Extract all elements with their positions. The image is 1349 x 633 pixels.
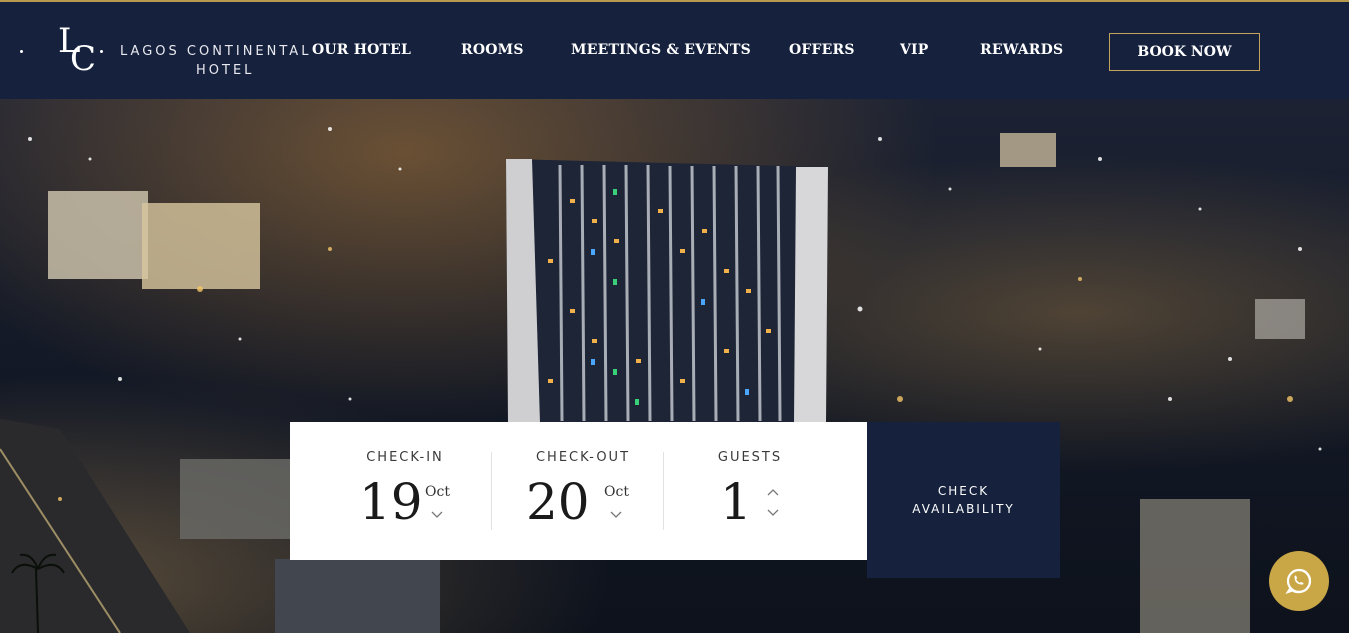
building-right-3 [1255,299,1305,339]
divider [663,452,664,530]
guests-field[interactable]: GUESTS 1 [690,422,810,560]
checkin-day: 19 [359,473,423,531]
road [0,419,190,633]
building-left-1 [48,191,148,279]
checkin-field[interactable]: CHECK-IN 19 Oct [330,422,490,560]
building-left-3 [180,459,290,539]
checkout-field[interactable]: CHECK-OUT 20 Oct [500,422,670,560]
site-header: L C LAGOS CONTINENTAL HOTEL OUR HOTEL RO… [0,0,1349,99]
checkout-month: Oct [604,484,629,500]
whatsapp-icon [1285,568,1312,595]
booking-widget: CHECK-IN 19 Oct CHECK-OUT 20 Oct GUESTS … [290,422,867,560]
whatsapp-button[interactable] [1269,551,1329,611]
nav-offers[interactable]: OFFERS [789,42,855,58]
checkout-label: CHECK-OUT [535,450,631,465]
divider [491,452,492,530]
nav-vip[interactable]: VIP [900,42,929,58]
chevron-up-icon[interactable] [766,487,780,497]
nav-rooms[interactable]: ROOMS [461,42,524,58]
book-now-button[interactable]: BOOK NOW [1109,33,1260,71]
check-availability-button[interactable]: CHECK AVAILABILITY [867,422,1060,578]
chevron-down-icon[interactable] [609,510,623,520]
checkout-day: 20 [526,473,590,531]
checkin-label: CHECK-IN [366,450,444,465]
building-right-1 [1000,133,1056,167]
chevron-down-icon[interactable] [430,510,444,520]
building-left-2 [142,203,260,289]
chevron-down-icon[interactable] [766,508,780,518]
guests-label: GUESTS [717,450,783,465]
nav-rewards[interactable]: REWARDS [980,42,1063,58]
building-bottom [275,559,440,633]
logo-name-line2: HOTEL [196,63,255,78]
nav-our-hotel[interactable]: OUR HOTEL [312,42,411,58]
building-right-2 [1140,499,1250,633]
nav-meetings-events[interactable]: MEETINGS & EVENTS [571,42,751,58]
guests-value: 1 [720,473,752,531]
checkin-month: Oct [425,484,450,500]
tower-edge-right [794,167,828,423]
